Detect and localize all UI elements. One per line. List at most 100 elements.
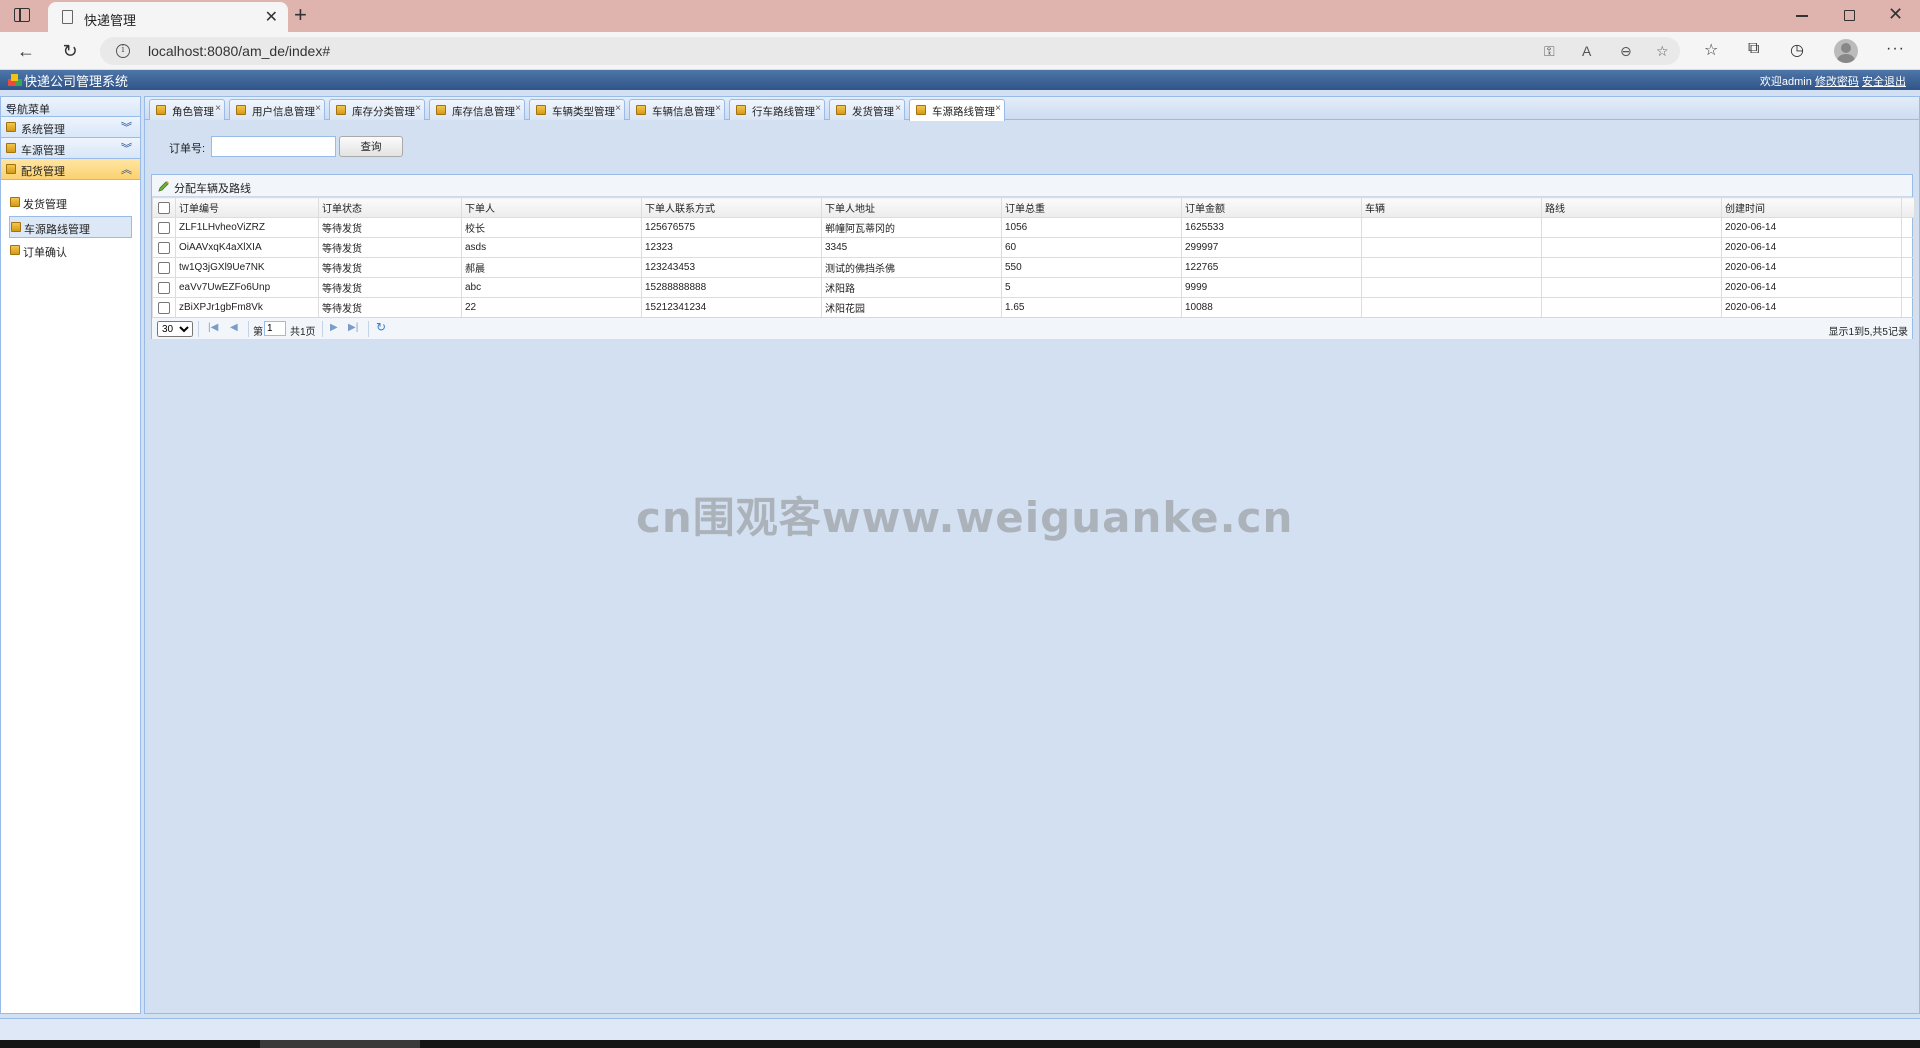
row-checkbox[interactable] (158, 301, 170, 314)
collections-icon[interactable]: ⧉ (1748, 40, 1759, 58)
assign-vehicle-route-button[interactable]: 分配车辆及路线 (174, 180, 251, 196)
order-number-input[interactable] (211, 136, 336, 157)
tab-close-icon[interactable]: × (215, 103, 221, 114)
column-header[interactable]: 订单编号 (175, 197, 319, 218)
window-close-button[interactable]: ✕ (1888, 4, 1903, 25)
tab-label: 车辆类型管理 (552, 106, 615, 118)
row-select-cell[interactable] (152, 297, 176, 318)
nav-group-distribution[interactable]: 配货管理 ︽ (1, 159, 140, 180)
column-header[interactable]: 车辆 (1361, 197, 1542, 218)
column-header[interactable]: 路线 (1541, 197, 1722, 218)
column-header[interactable]: 订单状态 (318, 197, 462, 218)
tab-vehicle-routes[interactable]: 车源路线管理 × (909, 99, 1005, 121)
tab-user-info[interactable]: 用户信息管理 × (229, 99, 325, 120)
next-page-icon[interactable]: ▶ (330, 322, 338, 333)
row-checkbox[interactable] (158, 221, 170, 234)
row-select-cell[interactable] (152, 237, 176, 258)
refresh-grid-icon[interactable]: ↻ (376, 320, 386, 334)
new-tab-button[interactable]: + (294, 2, 307, 28)
column-header[interactable]: 订单金额 (1181, 197, 1362, 218)
change-password-link[interactable]: 修改密码 (1815, 76, 1859, 88)
search-button[interactable]: 查询 (339, 136, 403, 157)
expand-chevron-icon[interactable]: ︾ (121, 119, 132, 135)
nav-group-system[interactable]: 系统管理 ︾ (1, 117, 140, 138)
pager-summary: 显示1到5,共5记录 (1828, 327, 1908, 338)
address-bar[interactable]: i localhost:8080/am_de/index# ⚿ A ⊖ ☆ (100, 37, 1680, 65)
tab-close-icon[interactable]: × (995, 103, 1001, 114)
tab-label: 用户信息管理 (252, 106, 315, 118)
window-restore-button[interactable] (1844, 10, 1855, 21)
cell-created: 2020-06-14 (1721, 297, 1902, 318)
row-checkbox[interactable] (158, 281, 170, 294)
expand-chevron-icon[interactable]: ︾ (121, 140, 132, 156)
last-page-icon[interactable]: ▶| (348, 322, 358, 333)
zoom-out-icon[interactable]: ⊖ (1620, 43, 1632, 60)
history-icon[interactable]: ◷ (1790, 40, 1804, 60)
refresh-icon[interactable]: ↻ (58, 39, 82, 63)
nav-item-order-confirm[interactable]: 订单确认 (9, 240, 132, 262)
column-header[interactable]: 创建时间 (1721, 197, 1902, 218)
row-checkbox[interactable] (158, 261, 170, 274)
browser-tab-active[interactable]: 快递管理 ✕ (48, 2, 288, 32)
more-options-icon[interactable]: ··· (1886, 40, 1905, 58)
logout-link[interactable]: 安全退出 (1862, 76, 1906, 88)
tab-stock-info[interactable]: 库存信息管理 × (429, 99, 525, 120)
tab-close-icon[interactable]: × (615, 103, 621, 114)
cell-amount: 9999 (1181, 277, 1362, 298)
nav-group-vehicles[interactable]: 车源管理 ︾ (1, 138, 140, 159)
tab-shipping[interactable]: 发货管理 × (829, 99, 905, 120)
column-header[interactable]: 下单人地址 (821, 197, 1002, 218)
table-row[interactable]: ZLF1LHvheoViZRZ 等待发货 校长 125676575 郸幢阿瓦蒂冈… (152, 217, 1915, 238)
tab-close-icon[interactable]: × (895, 103, 901, 114)
order-number-label: 订单号: (169, 143, 206, 155)
tab-vehicle-info[interactable]: 车辆信息管理 × (629, 99, 725, 120)
add-favorite-icon[interactable]: ☆ (1656, 43, 1669, 60)
column-header[interactable]: 订单总重 (1001, 197, 1182, 218)
prev-page-icon[interactable]: ◀ (230, 322, 238, 333)
cell-route (1541, 297, 1722, 318)
key-icon[interactable]: ⚿ (1544, 43, 1555, 60)
tab-vehicle-type[interactable]: 车辆类型管理 × (529, 99, 625, 120)
tab-close-icon[interactable]: × (315, 103, 321, 114)
table-row[interactable]: zBiXPJr1gbFm8Vk 等待发货 22 15212341234 沭阳花园… (152, 297, 1915, 318)
tab-driving-route[interactable]: 行车路线管理 × (729, 99, 825, 120)
site-info-icon[interactable]: i (116, 44, 130, 58)
table-row[interactable]: tw1Q3jGXl9Ue7NK 等待发货 郝晨 123243453 测试的佛挡杀… (152, 257, 1915, 278)
back-arrow-icon[interactable]: ← (14, 39, 38, 63)
cell-order-id: eaVv7UwEZFo6Unp (175, 277, 319, 298)
profile-avatar-icon[interactable] (1834, 39, 1858, 63)
page-prefix: 第 (253, 327, 263, 338)
read-aloud-icon[interactable]: A (1582, 43, 1591, 59)
row-select-cell[interactable] (152, 217, 176, 238)
row-select-cell[interactable] (152, 277, 176, 298)
tab-close-icon[interactable]: × (415, 103, 421, 114)
table-row[interactable]: eaVv7UwEZFo6Unp 等待发货 abc 15288888888 沭阳路… (152, 277, 1915, 298)
table-row[interactable]: OiAAVxqK4aXlXIA 等待发货 asds 12323 3345 60 … (152, 237, 1915, 258)
tab-role-management[interactable]: 角色管理 × (149, 99, 225, 120)
nav-item-shipping[interactable]: 发货管理 (9, 192, 132, 214)
current-page-input[interactable] (264, 321, 286, 336)
collapse-chevron-icon[interactable]: ︽ (121, 161, 132, 177)
taskbar-item[interactable] (260, 1040, 420, 1048)
tab-actions-icon[interactable] (14, 8, 30, 22)
row-select-cell[interactable] (152, 257, 176, 278)
tab-close-icon[interactable]: × (515, 103, 521, 114)
tab-close-icon[interactable]: × (715, 103, 721, 114)
nav-item-vehicle-routes[interactable]: 车源路线管理 (9, 216, 132, 238)
cell-weight: 1056 (1001, 217, 1182, 238)
column-header[interactable]: 下单人联系方式 (641, 197, 822, 218)
first-page-icon[interactable]: |◀ (208, 322, 218, 333)
select-all-cell[interactable] (152, 197, 176, 218)
select-all-checkbox[interactable] (158, 201, 170, 214)
tab-close-icon[interactable]: × (815, 103, 821, 114)
column-header[interactable]: 下单人 (461, 197, 642, 218)
page-size-select[interactable]: 30 (157, 321, 193, 337)
collapse-panel-icon[interactable]: « (6, 101, 132, 113)
tab-stock-category[interactable]: 库存分类管理 × (329, 99, 425, 120)
browser-tab-close-icon[interactable]: ✕ (265, 7, 278, 27)
row-checkbox[interactable] (158, 241, 170, 254)
app-header: 快递公司管理系统 欢迎admin 修改密码 安全退出 (0, 70, 1920, 90)
url-text[interactable]: localhost:8080/am_de/index# (148, 43, 330, 59)
window-minimize-button[interactable] (1796, 15, 1808, 17)
favorites-icon[interactable]: ☆ (1704, 40, 1718, 60)
